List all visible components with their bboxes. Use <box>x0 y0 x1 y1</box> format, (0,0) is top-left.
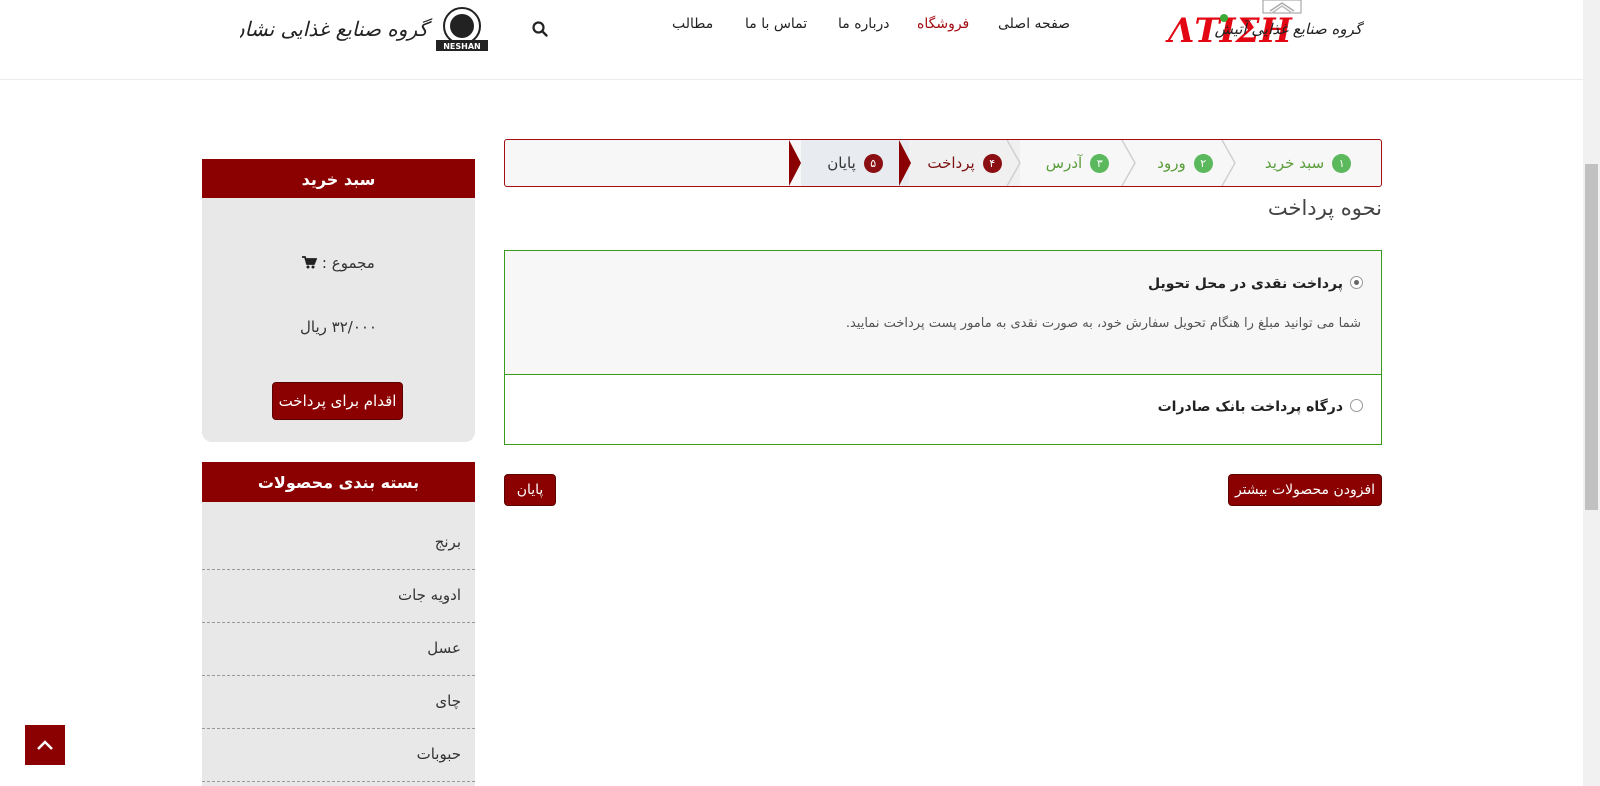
step-address[interactable]: ۳ آدرس <box>1020 140 1135 186</box>
categories-panel-title: بسته بندی محصولات <box>202 462 475 502</box>
step-separator <box>899 140 911 186</box>
step-payment[interactable]: ۴ پرداخت <box>909 140 1020 186</box>
svg-text:گروه صنایع غذایی نشان: گروه صنایع غذایی نشان <box>240 17 432 41</box>
neshan-logo[interactable]: NESHAN گروه صنایع غذایی نشان <box>230 4 492 54</box>
step-separator <box>1006 140 1021 186</box>
payment-options: پرداخت نقدی در محل تحویل شما می توانید م… <box>504 250 1382 445</box>
step-separator <box>1221 140 1236 186</box>
option-cash-description: شما می توانید مبلغ را هنگام تحویل سفارش … <box>845 316 1361 331</box>
page-scrollbar-thumb[interactable] <box>1585 164 1598 510</box>
finish-button[interactable]: پایان <box>504 474 556 506</box>
category-item[interactable]: چای <box>202 676 475 729</box>
svg-text:NESHAN: NESHAN <box>443 42 481 51</box>
step-login[interactable]: ۲ ورود <box>1135 140 1235 186</box>
radio-cash[interactable] <box>1350 276 1363 289</box>
step-number: ۲ <box>1193 153 1213 173</box>
add-more-products-button[interactable]: افزودن محصولات بیشتر <box>1228 474 1382 506</box>
checkout-button[interactable]: اقدام برای پرداخت <box>272 382 403 420</box>
step-number: ۳ <box>1090 153 1110 173</box>
chevron-up-icon <box>37 740 53 750</box>
step-separator <box>1121 140 1136 186</box>
step-number: ۱ <box>1332 153 1352 173</box>
step-label: پرداخت <box>927 154 975 172</box>
nav-shop[interactable]: فروشگاه <box>917 16 969 32</box>
step-separator <box>789 140 801 186</box>
cart-panel-title: سبد خرید <box>202 159 475 199</box>
category-item[interactable]: حبوبات <box>202 729 475 782</box>
step-label: آدرس <box>1045 154 1083 172</box>
site-header: ΛΤΙΣΗ گروه صنایع غذایی آتیش صفحه اصلی فر… <box>0 0 1583 80</box>
payment-section-title: نحوه پرداخت <box>1267 196 1382 220</box>
nav-about[interactable]: درباره ما <box>838 16 889 32</box>
category-item[interactable]: ادویه جات <box>202 570 475 623</box>
nav-articles[interactable]: مطالب <box>672 16 713 32</box>
cart-panel: مجموع : ۳۲/۰۰۰ ریال اقدام برای پرداخت <box>202 198 475 442</box>
category-item[interactable]: عسل <box>202 623 475 676</box>
shopping-cart-icon <box>302 256 318 269</box>
step-finish[interactable]: ۵ پایان <box>801 140 909 186</box>
step-number: ۴ <box>982 153 1002 173</box>
cart-total: مجموع : <box>202 254 475 272</box>
cart-amount: ۳۲/۰۰۰ ریال <box>300 318 377 336</box>
svg-text:گروه صنایع غذایی آتیش: گروه صنایع غذایی آتیش <box>1215 19 1364 38</box>
step-number: ۵ <box>863 153 883 173</box>
checkout-steps: ۱ سبد خرید ۲ ورود ۳ آدرس ۴ پرداخت ۵ پایا… <box>504 139 1382 187</box>
atish-logo[interactable]: ΛΤΙΣΗ گروه صنایع غذایی آتیش <box>1160 4 1366 51</box>
category-item[interactable]: برنج <box>202 502 475 570</box>
cart-total-label: مجموع : <box>321 254 375 272</box>
payment-option-cash[interactable]: پرداخت نقدی در محل تحویل شما می توانید م… <box>505 251 1381 375</box>
option-cash-label[interactable]: پرداخت نقدی در محل تحویل <box>1148 276 1343 292</box>
step-label: ورود <box>1157 154 1186 172</box>
nav-home[interactable]: صفحه اصلی <box>998 16 1070 32</box>
step-label: سبد خرید <box>1264 154 1325 172</box>
step-label: پایان <box>827 154 856 172</box>
scroll-to-top-button[interactable] <box>25 725 65 765</box>
nav-contact[interactable]: تماس با ما <box>745 16 807 32</box>
radio-bank-gateway[interactable] <box>1350 399 1363 412</box>
category-list: برنج ادویه جات عسل چای حبوبات <box>202 502 475 786</box>
search-icon[interactable] <box>531 20 549 38</box>
step-cart[interactable]: ۱ سبد خرید <box>1235 140 1381 186</box>
option-bank-label[interactable]: درگاه پرداخت بانک صادرات <box>1158 399 1343 415</box>
